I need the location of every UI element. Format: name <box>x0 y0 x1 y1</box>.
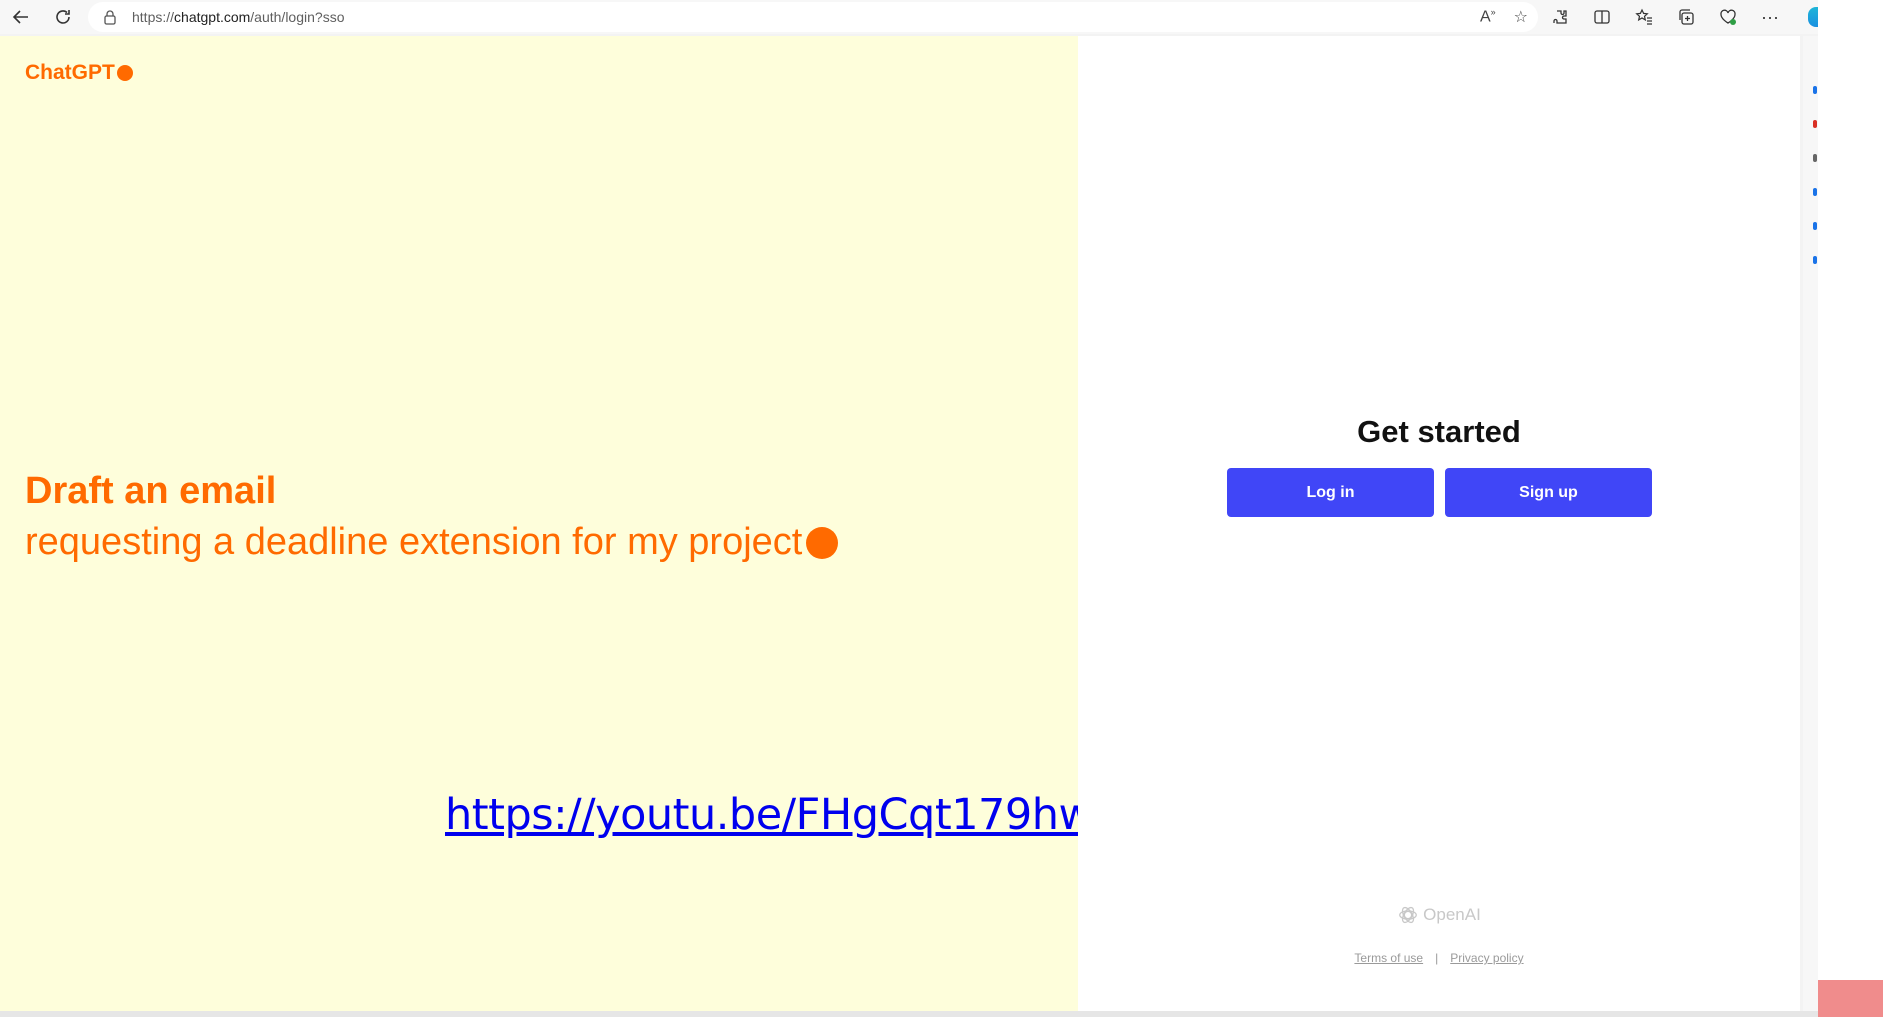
chatgpt-logo: ChatGPT <box>25 61 133 85</box>
back-arrow-icon[interactable] <box>6 2 36 32</box>
lock-icon[interactable] <box>102 9 118 25</box>
promo-subline-text: requesting a deadline extension for my p… <box>25 521 803 563</box>
auth-panel: Get started Log in Sign up OpenAI Terms … <box>1078 36 1800 1011</box>
url-host: chatgpt.com <box>174 9 251 25</box>
openai-text: OpenAI <box>1423 905 1481 924</box>
cursor-dot-icon <box>806 526 839 559</box>
url-text[interactable]: https://chatgpt.com/auth/login?sso <box>132 9 344 25</box>
openai-footer-logo: OpenAI <box>1078 904 1800 926</box>
openai-icon <box>1399 906 1418 924</box>
read-aloud-icon[interactable]: A» <box>1480 7 1496 27</box>
collections-icon[interactable] <box>1676 7 1696 27</box>
page-title: Get started <box>1357 414 1521 449</box>
address-bar[interactable]: https://chatgpt.com/auth/login?sso A» ☆ <box>88 2 1538 32</box>
signup-button[interactable]: Sign up <box>1445 468 1652 517</box>
promo-headline: Draft an email <box>25 470 277 512</box>
promo-subline: requesting a deadline extension for my p… <box>25 521 839 564</box>
browser-toolbar: https://chatgpt.com/auth/login?sso A» ☆ … <box>0 0 1822 34</box>
taskbar-corner <box>1818 980 1883 1017</box>
footer-separator: | <box>1435 951 1439 965</box>
terms-link[interactable]: Terms of use <box>1354 951 1423 965</box>
sidebar-drop-icon[interactable] <box>1813 256 1817 264</box>
promo-panel: ChatGPT Draft an email requesting a dead… <box>0 36 1094 1011</box>
sidebar-shopping-icon[interactable] <box>1813 120 1817 128</box>
browser-essentials-icon[interactable] <box>1718 7 1738 27</box>
sidebar-tools-icon[interactable] <box>1813 154 1817 162</box>
split-screen-icon[interactable] <box>1592 7 1612 27</box>
sidebar-search-icon[interactable] <box>1813 86 1817 94</box>
window-edge <box>1818 0 1883 980</box>
youtube-link[interactable]: https://youtu.be/FHgCqt179hw <box>445 790 1094 840</box>
favorite-star-icon[interactable]: ☆ <box>1514 7 1528 27</box>
favorites-icon[interactable] <box>1634 7 1654 27</box>
login-button[interactable]: Log in <box>1227 468 1434 517</box>
footer-links: Terms of use | Privacy policy <box>1078 951 1800 965</box>
url-prefix: https:// <box>132 9 175 25</box>
browser-sidebar <box>1803 36 1818 1017</box>
window-bottom-edge <box>0 1011 1818 1017</box>
extensions-icon[interactable] <box>1550 7 1570 27</box>
page-viewport: ChatGPT Draft an email requesting a dead… <box>0 36 1800 1011</box>
brand-text: ChatGPT <box>25 61 115 84</box>
more-menu-icon[interactable]: ··· <box>1760 7 1780 27</box>
privacy-link[interactable]: Privacy policy <box>1450 951 1523 965</box>
sidebar-outlook-icon[interactable] <box>1813 222 1817 230</box>
reload-icon[interactable] <box>48 2 78 32</box>
sidebar-games-icon[interactable] <box>1813 188 1817 196</box>
orange-dot-icon <box>116 65 133 81</box>
url-path: /auth/login?sso <box>250 9 345 25</box>
